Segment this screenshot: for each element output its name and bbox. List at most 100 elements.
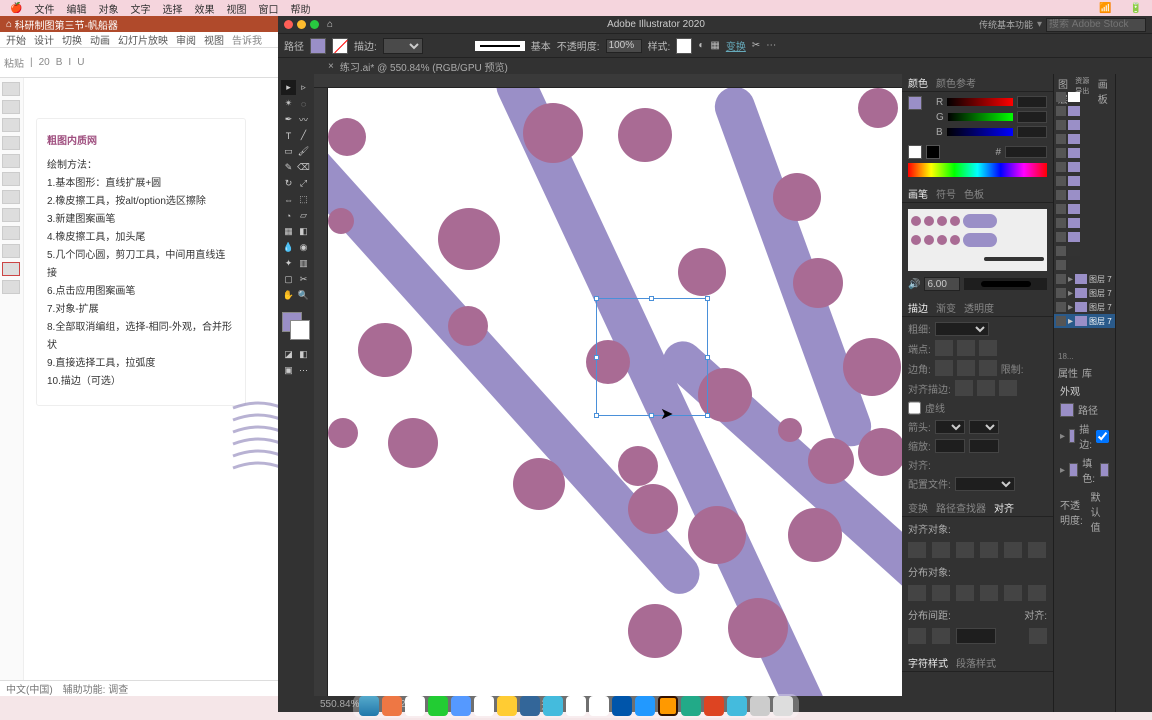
symbol-sprayer-tool[interactable]: ✦: [281, 256, 296, 271]
color-spectrum[interactable]: [908, 163, 1047, 177]
menu-select[interactable]: 选择: [162, 1, 182, 16]
dock-app[interactable]: [520, 696, 540, 716]
shaper-tool[interactable]: ✎: [281, 160, 296, 175]
ppt-tab-slideshow[interactable]: 幻灯片放映: [118, 32, 168, 47]
dist-vcenter[interactable]: [932, 585, 950, 601]
dock-app[interactable]: [451, 696, 471, 716]
hand-tool[interactable]: ✋: [281, 288, 296, 303]
dock-illustrator[interactable]: [658, 696, 678, 716]
dock-app[interactable]: [566, 696, 586, 716]
ppt-thumb[interactable]: [2, 100, 20, 114]
width-tool[interactable]: ⇔: [281, 192, 296, 207]
dock-app[interactable]: [382, 696, 402, 716]
eye-icon[interactable]: [1056, 162, 1066, 172]
fill-indicator[interactable]: [908, 96, 922, 110]
ppt-lang[interactable]: 中文(中国): [6, 681, 53, 696]
brush-definition[interactable]: [475, 41, 525, 51]
brush-size-input[interactable]: [924, 277, 960, 291]
selection-bounding-box[interactable]: [596, 298, 708, 416]
dock-app[interactable]: [727, 696, 747, 716]
ppt-italic-icon[interactable]: I: [68, 57, 71, 68]
ppt-paste-button[interactable]: 粘贴: [4, 55, 24, 70]
ppt-thumb[interactable]: [2, 190, 20, 204]
dock-chrome[interactable]: [405, 696, 425, 716]
menu-effect[interactable]: 效果: [194, 1, 214, 16]
ppt-accessibility[interactable]: 辅助功能: 调查: [63, 681, 129, 696]
cap-square[interactable]: [979, 340, 997, 356]
gradient-mode-icon[interactable]: ◧: [296, 347, 311, 362]
screen-mode-icon[interactable]: ▣: [281, 363, 296, 378]
dist-hcenter[interactable]: [1004, 585, 1022, 601]
ppt-tab-transition[interactable]: 切换: [62, 32, 82, 47]
corner-bevel[interactable]: [979, 360, 997, 376]
zoom-tool[interactable]: 🔍: [296, 288, 311, 303]
ppt-tab-tellme[interactable]: 告诉我: [232, 32, 262, 47]
ppt-tab-review[interactable]: 审阅: [176, 32, 196, 47]
dock-app[interactable]: [750, 696, 770, 716]
dist-right[interactable]: [1028, 585, 1046, 601]
dock-trash[interactable]: [773, 696, 793, 716]
weight-select[interactable]: [935, 322, 989, 336]
align-to-selection[interactable]: [1029, 628, 1047, 644]
ppt-thumb[interactable]: [2, 208, 20, 222]
align-hcenter[interactable]: [932, 542, 950, 558]
dist-space-v[interactable]: [908, 628, 926, 644]
graphic-style-swatch[interactable]: [676, 38, 692, 54]
ppt-thumb[interactable]: [2, 172, 20, 186]
artboard[interactable]: ➤: [328, 88, 902, 696]
color-mode-icon[interactable]: ◪: [281, 347, 296, 362]
apple-icon[interactable]: 🍎: [10, 3, 22, 14]
corner-miter[interactable]: [935, 360, 953, 376]
corner-round[interactable]: [957, 360, 975, 376]
dock-app[interactable]: [543, 696, 563, 716]
appearance-fill[interactable]: [1060, 403, 1074, 417]
transform-link[interactable]: 变换: [726, 38, 746, 53]
dock-app[interactable]: [612, 696, 632, 716]
menu-object[interactable]: 对象: [98, 1, 118, 16]
eye-icon[interactable]: [1056, 176, 1066, 186]
opacity-input[interactable]: [606, 39, 642, 53]
tab-layers[interactable]: 图层: [1058, 76, 1071, 88]
tab-transparency[interactable]: 透明度: [964, 300, 994, 315]
eye-icon[interactable]: [1056, 106, 1066, 116]
dock-app[interactable]: [497, 696, 517, 716]
tab-gradient[interactable]: 渐变: [936, 300, 956, 315]
ppt-tab-view[interactable]: 视图: [204, 32, 224, 47]
align-vcenter[interactable]: [1004, 542, 1022, 558]
eye-icon[interactable]: [1056, 134, 1066, 144]
macos-dock[interactable]: [353, 694, 799, 718]
dist-bottom[interactable]: [956, 585, 974, 601]
direct-select-tool[interactable]: ▹: [296, 80, 311, 95]
recolor-icon[interactable]: ◐: [698, 40, 704, 51]
layer-name[interactable]: 图层 7: [1089, 302, 1112, 313]
eraser-tool[interactable]: ⌫: [296, 160, 311, 175]
curvature-tool[interactable]: 〰: [296, 112, 311, 127]
menu-help[interactable]: 帮助: [290, 1, 310, 16]
eye-icon[interactable]: [1056, 190, 1066, 200]
eye-icon[interactable]: [1056, 218, 1066, 228]
ppt-home-icon[interactable]: ⌂: [6, 19, 12, 30]
eye-icon[interactable]: [1056, 148, 1066, 158]
audio-icon[interactable]: 🔊: [908, 279, 920, 290]
align-top[interactable]: [980, 542, 998, 558]
dist-left[interactable]: [980, 585, 998, 601]
tab-color-guide[interactable]: 颜色参考: [936, 75, 976, 90]
fill-stroke-indicator[interactable]: [282, 312, 310, 340]
minimize-icon[interactable]: [297, 20, 306, 29]
eye-icon[interactable]: [1056, 232, 1066, 242]
mesh-tool[interactable]: ▦: [281, 224, 296, 239]
cap-butt[interactable]: [935, 340, 953, 356]
ppt-fontsize[interactable]: 20: [39, 57, 50, 68]
scale-start[interactable]: [935, 439, 965, 453]
r-input[interactable]: [1017, 96, 1047, 108]
dock-finder[interactable]: [359, 696, 379, 716]
eye-icon[interactable]: [1056, 302, 1066, 312]
ppt-thumb[interactable]: [2, 244, 20, 258]
layer-name[interactable]: 图层 7: [1089, 274, 1112, 285]
eye-icon[interactable]: [1056, 204, 1066, 214]
arrow-end[interactable]: [969, 420, 999, 434]
tab-artboards[interactable]: 画板: [1098, 76, 1111, 88]
tab-transform[interactable]: 变换: [908, 500, 928, 515]
ppt-slide-area[interactable]: 粗图内质网 绘制方法： 1.基本图形：直线扩展+圆 2.橡皮擦工具，按alt/o…: [24, 78, 278, 680]
eye-icon[interactable]: [1056, 260, 1066, 270]
